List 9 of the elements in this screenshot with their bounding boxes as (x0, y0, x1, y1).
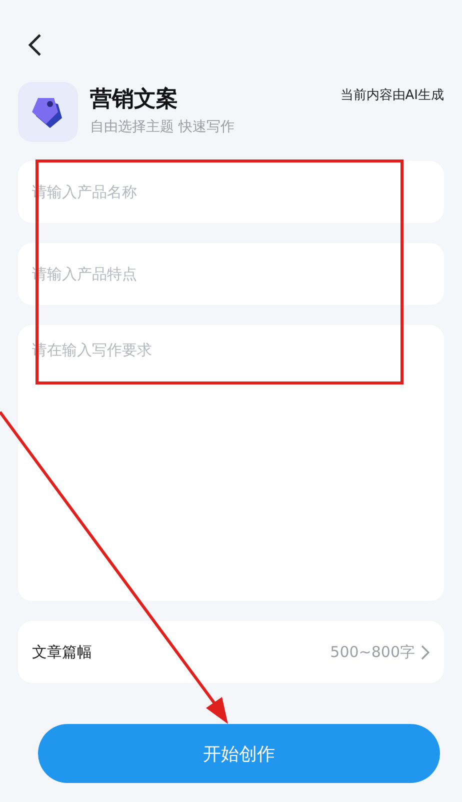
chevron-right-icon (421, 644, 430, 660)
setting-value: 500~800字 (330, 642, 415, 662)
setting-label: 文章篇幅 (32, 642, 92, 662)
app-icon (18, 82, 78, 142)
length-setting-row[interactable]: 文章篇幅 500~800字 (18, 621, 444, 683)
back-icon (28, 33, 42, 57)
ai-notice: 当前内容由AI生成 (340, 87, 444, 104)
page-title: 营销文案 (90, 86, 179, 114)
page-subtitle: 自由选择主题 快速写作 (90, 118, 236, 136)
